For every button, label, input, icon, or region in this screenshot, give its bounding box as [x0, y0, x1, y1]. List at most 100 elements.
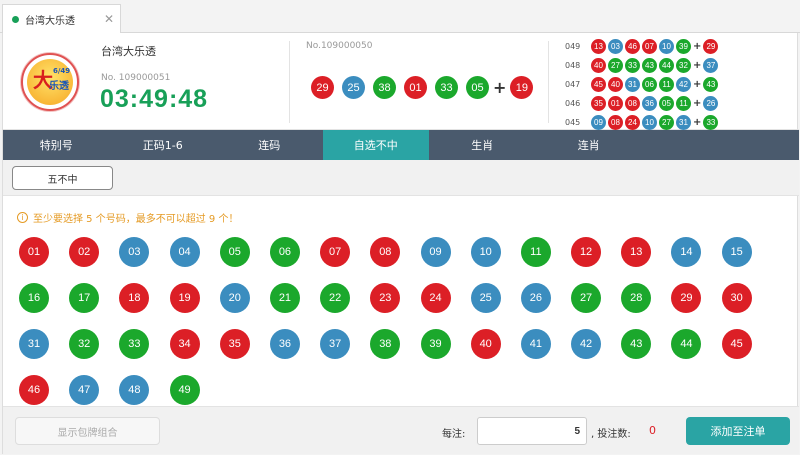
number-ball[interactable]: 36 — [269, 329, 300, 359]
number-ball[interactable]: 27 — [571, 283, 602, 313]
number-ball[interactable]: 15 — [721, 237, 752, 267]
number-ball[interactable]: 16 — [19, 283, 49, 313]
tab-bar: 台湾大乐透 ✕ — [0, 0, 800, 34]
draw-history: 049 13 03 46 07 10 39 +29 048 40 27 33 43 44 32 +37 047 4… — [565, 37, 720, 132]
lottery-header: 大 6/49 乐透 台湾大乐透 No. 109000051 03:49:48 N… — [3, 33, 799, 130]
number-ball[interactable]: 10 — [470, 237, 501, 267]
status-dot-icon — [12, 16, 19, 23]
history-ball: 35 — [591, 96, 606, 111]
number-ball[interactable]: 38 — [370, 329, 401, 359]
last-draw-ball: 25 — [342, 76, 365, 99]
number-ball[interactable]: 47 — [69, 375, 100, 405]
number-ball[interactable]: 44 — [671, 329, 702, 359]
number-ball[interactable]: 34 — [169, 329, 200, 359]
last-draw-ball: 33 — [435, 76, 458, 99]
history-ball: 07 — [642, 39, 657, 54]
number-ball[interactable]: 45 — [721, 329, 752, 359]
plus-icon: + — [693, 79, 702, 90]
number-ball[interactable]: 46 — [19, 375, 49, 405]
plus-icon: + — [693, 41, 702, 52]
history-ball: 46 — [625, 39, 640, 54]
history-ball: 39 — [676, 39, 691, 54]
number-ball[interactable]: 37 — [320, 329, 351, 359]
bet-count-label: , 投注数: — [591, 429, 631, 440]
history-row: 046 35 01 08 36 05 11 +26 — [565, 94, 720, 113]
tab-play-type-5[interactable]: 连肖 — [536, 130, 643, 160]
last-draw-ball: 05 — [466, 76, 489, 99]
number-ball[interactable]: 04 — [169, 237, 200, 267]
history-ball: 44 — [659, 58, 674, 73]
number-ball[interactable]: 02 — [69, 237, 100, 267]
history-ball: 31 — [676, 115, 691, 130]
tab-play-type-4[interactable]: 生肖 — [429, 130, 536, 160]
sub-filter-five-miss[interactable]: 五不中 — [12, 166, 113, 190]
history-special-ball: 37 — [703, 58, 719, 73]
number-ball[interactable]: 17 — [69, 283, 100, 313]
number-ball[interactable]: 03 — [119, 237, 150, 267]
history-special-ball: 29 — [703, 39, 719, 54]
number-ball[interactable]: 43 — [621, 329, 652, 359]
number-ball[interactable]: 09 — [420, 237, 451, 267]
number-ball[interactable]: 29 — [671, 283, 702, 313]
plus-icon: + — [693, 117, 702, 128]
tab-title: 台湾大乐透 — [25, 16, 75, 27]
number-ball[interactable]: 41 — [520, 329, 551, 359]
last-draw-balls: 29 25 38 01 33 05 +19 — [311, 76, 541, 99]
history-ball: 42 — [676, 77, 691, 92]
last-draw-ball: 38 — [373, 76, 396, 99]
number-ball[interactable]: 05 — [219, 237, 250, 267]
history-ball: 32 — [676, 58, 691, 73]
history-issue: 049 — [565, 42, 581, 51]
number-ball[interactable]: 33 — [119, 329, 150, 359]
tab-play-type-1[interactable]: 正码1-6 — [110, 130, 217, 160]
tab-play-type-3[interactable]: 自选不中 — [322, 130, 429, 160]
number-ball[interactable]: 20 — [219, 283, 250, 313]
tab-play-type-2[interactable]: 连码 — [216, 130, 323, 160]
history-special-ball: 33 — [703, 115, 719, 130]
number-ball[interactable]: 28 — [621, 283, 652, 313]
number-ball[interactable]: 01 — [19, 237, 49, 267]
number-ball[interactable]: 21 — [269, 283, 300, 313]
number-ball[interactable]: 25 — [470, 283, 501, 313]
number-ball[interactable]: 08 — [370, 237, 401, 267]
history-ball: 09 — [591, 115, 606, 130]
history-ball: 27 — [659, 115, 674, 130]
tab-play-type-0[interactable]: 特别号 — [3, 130, 110, 160]
number-ball[interactable]: 19 — [169, 283, 200, 313]
history-row: 047 45 40 31 06 11 42 +43 — [565, 75, 720, 94]
history-special-ball: 43 — [703, 77, 719, 92]
plus-icon: + — [693, 60, 702, 71]
number-ball[interactable]: 35 — [219, 329, 250, 359]
number-ball[interactable]: 11 — [520, 237, 551, 267]
number-ball[interactable]: 48 — [119, 375, 150, 405]
show-combo-button[interactable]: 显示包牌组合 — [15, 417, 160, 445]
number-ball[interactable]: 30 — [721, 283, 752, 313]
history-ball: 40 — [608, 77, 623, 92]
number-ball[interactable]: 42 — [571, 329, 602, 359]
history-ball: 31 — [625, 77, 640, 92]
number-ball[interactable]: 49 — [169, 375, 200, 405]
history-ball: 10 — [659, 39, 674, 54]
number-ball[interactable]: 06 — [269, 237, 300, 267]
history-ball: 06 — [642, 77, 657, 92]
number-ball[interactable]: 18 — [119, 283, 150, 313]
number-ball[interactable]: 40 — [470, 329, 501, 359]
hint-text: 至少要选择 5 个号码，最多不可以超过 9 个！ — [33, 214, 239, 225]
number-ball[interactable]: 24 — [420, 283, 451, 313]
per-bet-input[interactable] — [477, 417, 587, 445]
tab-taiwan-lotto[interactable]: 台湾大乐透 ✕ — [2, 4, 121, 34]
number-ball[interactable]: 13 — [621, 237, 652, 267]
bet-count-value: 0 — [649, 424, 656, 437]
number-ball[interactable]: 26 — [520, 283, 551, 313]
number-ball[interactable]: 31 — [19, 329, 49, 359]
lottery-panel: 大 6/49 乐透 台湾大乐透 No. 109000051 03:49:48 N… — [2, 33, 799, 454]
close-icon[interactable]: ✕ — [104, 12, 114, 26]
number-ball[interactable]: 22 — [320, 283, 351, 313]
number-ball[interactable]: 07 — [320, 237, 351, 267]
number-ball[interactable]: 32 — [69, 329, 100, 359]
number-ball[interactable]: 12 — [571, 237, 602, 267]
number-ball[interactable]: 39 — [420, 329, 451, 359]
number-ball[interactable]: 14 — [671, 237, 702, 267]
number-ball[interactable]: 23 — [370, 283, 401, 313]
add-to-slip-button[interactable]: 添加至注单 — [686, 417, 790, 445]
